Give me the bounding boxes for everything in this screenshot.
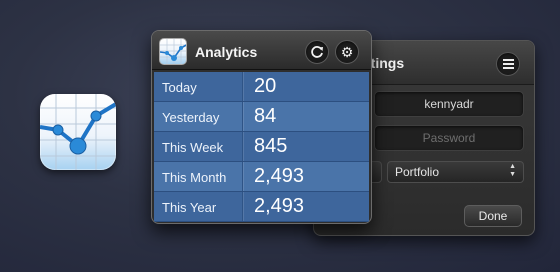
analytics-title: Analytics	[195, 44, 258, 60]
row-label: This Year	[162, 200, 217, 215]
app-icon[interactable]	[40, 94, 116, 170]
row-label: Yesterday	[162, 110, 220, 125]
analytics-app-icon	[159, 38, 187, 65]
analytics-header: Analytics ⚙	[152, 31, 371, 70]
stats-row-this-week: This Week 845	[154, 132, 369, 162]
password-input[interactable]	[375, 126, 523, 150]
refresh-icon[interactable]	[305, 40, 329, 64]
chevron-updown-icon: ▲ ▼	[509, 163, 516, 178]
row-label: This Month	[162, 170, 227, 185]
password-field[interactable]	[374, 125, 524, 151]
row-value: 845	[254, 135, 288, 157]
row-value: 20	[254, 75, 277, 97]
gear-icon[interactable]: ⚙	[335, 40, 359, 64]
stats-row-yesterday: Yesterday 84	[154, 102, 369, 132]
row-value: 2,493	[254, 165, 305, 187]
row-label: This Week	[162, 140, 224, 155]
row-value: 2,493	[254, 195, 305, 217]
portfolio-select-label: Portfolio	[395, 165, 440, 179]
analytics-chart-icon	[40, 94, 116, 170]
row-label: Today	[162, 80, 197, 95]
stats-row-today: Today 20	[154, 72, 369, 102]
stats-table: Today 20 Yesterday 84 This Week 845 This…	[154, 72, 369, 222]
stats-row-this-year: This Year 2,493	[154, 192, 369, 222]
stats-row-this-month: This Month 2,493	[154, 162, 369, 192]
list-icon[interactable]	[496, 52, 520, 76]
username-field[interactable]: kennyadr	[374, 91, 524, 117]
analytics-window: Analytics ⚙ Today 20 Yesterday 84 This W…	[151, 30, 372, 224]
portfolio-select[interactable]: Portfolio ▲ ▼	[387, 161, 524, 183]
row-value: 84	[254, 105, 277, 127]
done-button[interactable]: Done	[464, 205, 522, 227]
